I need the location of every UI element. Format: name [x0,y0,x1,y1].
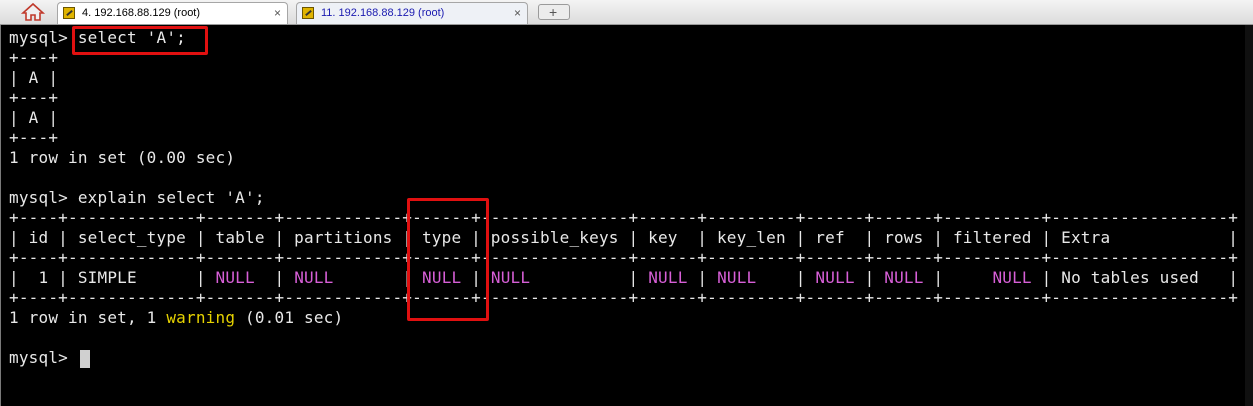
highlight-box-type-column [407,198,489,321]
plus-icon: + [549,4,558,20]
terminal-line: | id | select_type | table | partitions … [9,228,1239,247]
terminal-output[interactable]: mysql> select 'A'; +---+ | A | +---+ | A | +-… [0,25,1253,406]
terminal-line: 1 row in set (0.00 sec) [9,148,236,167]
terminal-line: mysql> [9,348,78,367]
tab-close-button[interactable]: × [274,3,281,23]
tab-session-4[interactable]: 4. 192.168.88.129 (root) × [57,2,288,24]
putty-key-icon [63,7,75,19]
terminal-line: | 1 | SIMPLE | NULL | NULL | NULL | NULL… [9,268,1239,287]
terminal-line: mysql> explain select 'A'; [9,188,265,207]
terminal-line: +----+-------------+-------+------------… [9,248,1239,267]
highlight-box-select-command [72,26,208,55]
tab-close-button[interactable]: × [514,3,521,23]
tab-session-11[interactable]: 11. 192.168.88.129 (root) × [296,2,528,24]
home-button[interactable] [19,2,47,22]
terminal-line: 1 row in set, 1 warning (0.01 sec) [9,308,344,327]
terminal-cursor [80,350,90,368]
terminal-line: | A | [9,108,59,127]
terminal-line: +---+ [9,128,59,147]
terminal-line: | A | [9,68,59,87]
tab-bar: 4. 192.168.88.129 (root) × 11. 192.168.8… [0,0,1253,25]
tab-label: 4. 192.168.88.129 (root) [82,7,201,19]
tab-label: 11. 192.168.88.129 (root) [321,7,445,19]
new-tab-button[interactable]: + [538,4,570,20]
putty-key-icon [302,7,314,19]
home-icon [20,2,46,21]
terminal-line: +----+-------------+-------+------------… [9,288,1239,307]
terminal-line: +---+ [9,88,59,107]
terminal-line: +----+-------------+-------+------------… [9,208,1239,227]
terminal-scrollbar[interactable] [1245,25,1253,406]
terminal-line: +---+ [9,48,59,67]
